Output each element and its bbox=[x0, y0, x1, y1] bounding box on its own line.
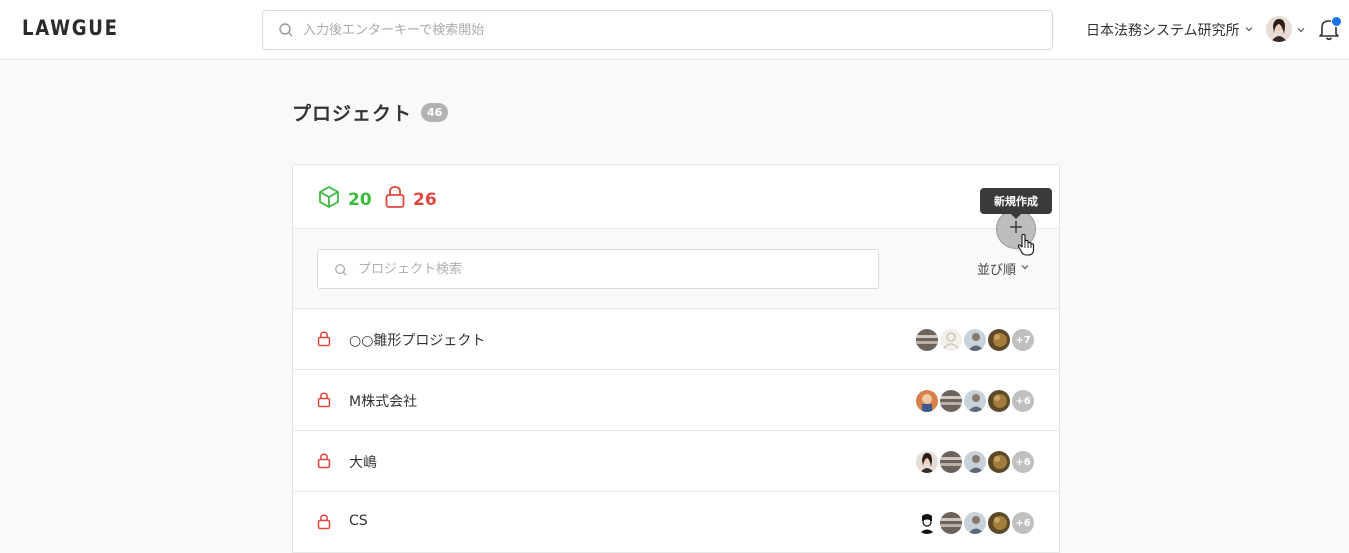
project-name[interactable]: ○○雛形プロジェクト bbox=[349, 330, 485, 350]
project-count-badge: 46 bbox=[421, 103, 449, 122]
org-name: 日本法務システム研究所 bbox=[1086, 23, 1240, 39]
project-search-input[interactable] bbox=[358, 259, 858, 279]
hand-cursor-icon bbox=[1017, 233, 1035, 261]
org-switcher[interactable]: 日本法務システム研究所 bbox=[1086, 20, 1254, 40]
member-avatar bbox=[962, 510, 988, 536]
member-avatar bbox=[986, 449, 1012, 475]
member-avatars[interactable]: +7 bbox=[914, 327, 1036, 353]
more-members-badge[interactable]: +6 bbox=[1010, 510, 1036, 536]
member-avatar bbox=[914, 327, 940, 353]
member-avatar bbox=[962, 327, 988, 353]
more-members-badge[interactable]: +6 bbox=[1010, 388, 1036, 414]
project-panel: 20 26 並び順 ○○雛形プロジェクト bbox=[292, 164, 1060, 553]
member-avatar bbox=[938, 510, 964, 536]
member-avatar bbox=[914, 510, 940, 536]
sort-dropdown[interactable]: 並び順 bbox=[977, 259, 1030, 278]
user-avatar[interactable] bbox=[1266, 16, 1292, 42]
member-avatars[interactable]: +6 bbox=[914, 449, 1036, 475]
search-icon bbox=[334, 262, 348, 281]
project-name[interactable]: M株式会社 bbox=[349, 391, 417, 411]
page-title: プロジェクト bbox=[292, 103, 413, 125]
add-project-tooltip: 新規作成 bbox=[980, 188, 1052, 214]
lock-icon bbox=[317, 392, 331, 412]
search-icon bbox=[278, 22, 294, 42]
chevron-down-icon bbox=[1296, 20, 1306, 39]
more-members-badge[interactable]: +7 bbox=[1010, 327, 1036, 353]
more-members-badge[interactable]: +6 bbox=[1010, 449, 1036, 475]
lock-icon bbox=[317, 453, 331, 473]
user-menu[interactable] bbox=[1266, 16, 1306, 42]
member-avatar bbox=[914, 388, 940, 414]
cube-icon bbox=[317, 185, 341, 214]
member-avatar bbox=[962, 388, 988, 414]
project-row[interactable]: M株式会社 +6 bbox=[293, 370, 1059, 431]
member-avatar bbox=[938, 449, 964, 475]
project-name[interactable]: CS bbox=[349, 513, 368, 529]
global-search-box[interactable] bbox=[262, 10, 1053, 50]
open-projects-stat[interactable]: 20 bbox=[317, 185, 372, 214]
member-avatar bbox=[986, 510, 1012, 536]
chevron-down-icon bbox=[1020, 261, 1030, 276]
page-title-group: プロジェクト 46 bbox=[292, 99, 449, 126]
chevron-down-icon bbox=[1244, 22, 1254, 38]
project-toolbar: 並び順 bbox=[293, 229, 1059, 309]
sort-label: 並び順 bbox=[977, 263, 1017, 278]
tooltip-arrow bbox=[1010, 213, 1022, 219]
member-avatars[interactable]: +6 bbox=[914, 388, 1036, 414]
project-stats-bar: 20 26 bbox=[293, 165, 1059, 229]
project-row[interactable]: CS +6 bbox=[293, 492, 1059, 553]
member-avatar bbox=[914, 449, 940, 475]
member-avatar bbox=[986, 388, 1012, 414]
member-avatar bbox=[962, 449, 988, 475]
project-row[interactable]: ○○雛形プロジェクト +7 bbox=[293, 309, 1059, 370]
member-avatar-placeholder bbox=[938, 327, 964, 353]
project-search-box[interactable] bbox=[317, 249, 879, 289]
member-avatar bbox=[986, 327, 1012, 353]
top-header: LAWGUE 日本法務システム研究所 bbox=[0, 0, 1349, 60]
member-avatar bbox=[938, 388, 964, 414]
member-avatars[interactable]: +6 bbox=[914, 510, 1036, 536]
notification-dot bbox=[1331, 16, 1342, 27]
app-logo[interactable]: LAWGUE bbox=[22, 16, 119, 40]
locked-projects-stat[interactable]: 26 bbox=[384, 185, 437, 214]
project-name[interactable]: 大嶋 bbox=[349, 452, 377, 472]
locked-projects-count: 26 bbox=[413, 189, 437, 210]
global-search-input[interactable] bbox=[303, 20, 1023, 40]
lock-icon bbox=[317, 514, 331, 534]
lock-icon bbox=[384, 185, 406, 214]
open-projects-count: 20 bbox=[348, 189, 372, 210]
project-row[interactable]: 大嶋 +6 bbox=[293, 431, 1059, 492]
lock-icon bbox=[317, 331, 331, 351]
